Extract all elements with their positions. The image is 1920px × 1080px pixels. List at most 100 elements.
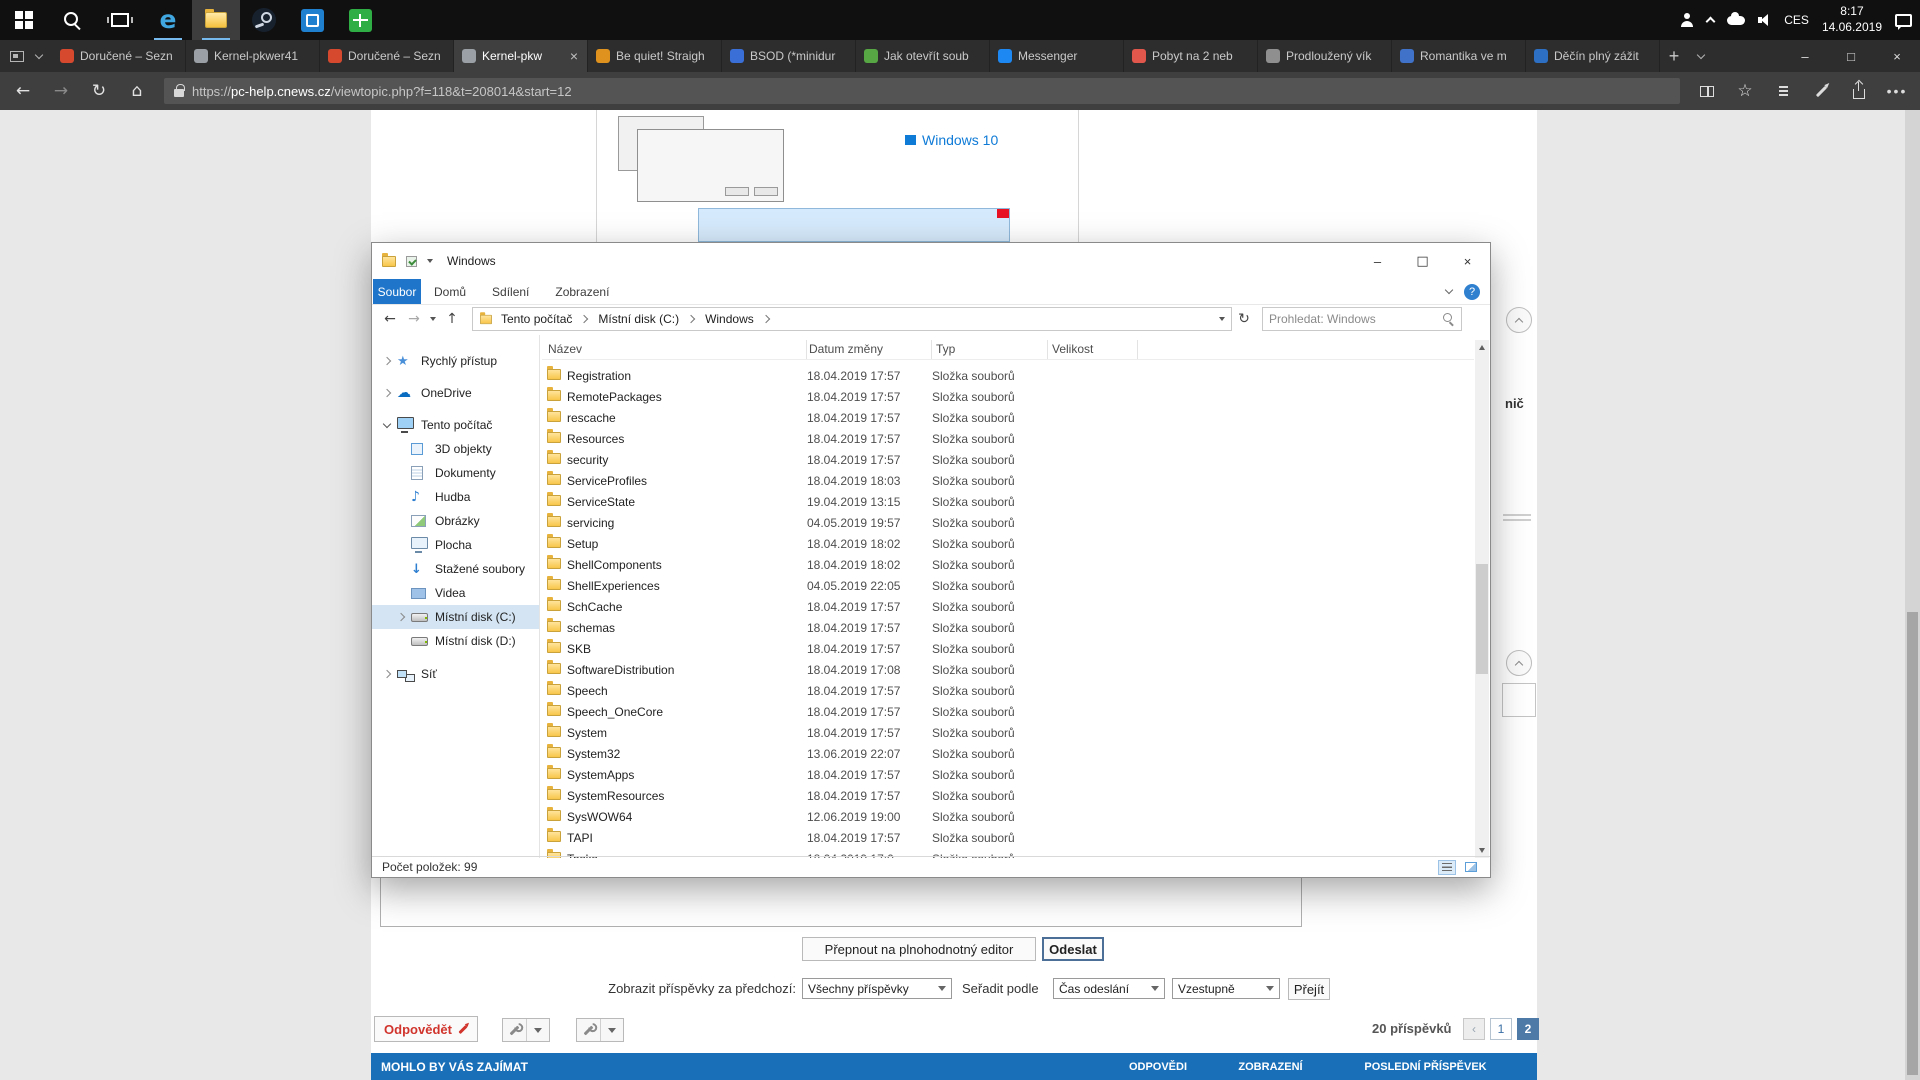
file-row[interactable]: SoftwareDistribution 18.04.2019 17:08 Sl… [542, 659, 1474, 680]
taskbar-app-button[interactable] [96, 0, 144, 40]
explorer-maximize-button[interactable]: □ [1400, 243, 1445, 279]
page-button[interactable]: 1 [1490, 1018, 1512, 1040]
sidebar-item[interactable]: Rychlý přístup [372, 349, 539, 373]
volume-icon[interactable] [1758, 0, 1771, 40]
browser-close-button[interactable]: × [1874, 40, 1920, 72]
display-posts-select[interactable]: Všechny příspěvky [802, 978, 952, 999]
browser-tab[interactable]: Romantika ve m × [1392, 40, 1526, 72]
hub-icon[interactable] [1764, 74, 1802, 108]
file-row[interactable]: SchCache 18.04.2019 17:57 Složka souborů [542, 596, 1474, 617]
breadcrumb-segment[interactable]: Tento počítač [499, 312, 596, 326]
sort-order-select[interactable]: Vzestupně [1172, 978, 1280, 999]
sidebar-item[interactable]: Stažené soubory [372, 557, 539, 581]
help-icon[interactable]: ? [1464, 284, 1480, 300]
taskbar-app-button[interactable] [336, 0, 384, 40]
share-icon[interactable] [1840, 74, 1878, 108]
expand-chevron-icon[interactable] [384, 358, 397, 364]
scroll-to-top-button[interactable] [1506, 307, 1532, 333]
file-menu-button[interactable]: Soubor [373, 279, 421, 304]
browser-tab[interactable]: Be quiet! Straigh × [588, 40, 722, 72]
details-view-icon[interactable] [1438, 860, 1456, 875]
expand-chevron-icon[interactable] [398, 614, 411, 620]
browser-scrollbar[interactable] [1905, 110, 1920, 1080]
sidebar-item[interactable]: Plocha [372, 533, 539, 557]
file-row[interactable]: rescache 18.04.2019 17:57 Složka souborů [542, 407, 1474, 428]
tab-preview-toggle-icon[interactable] [35, 50, 43, 58]
sidebar-item[interactable]: Videa [372, 581, 539, 605]
file-row[interactable]: ShellComponents 18.04.2019 18:02 Složka … [542, 554, 1474, 575]
sidebar-item[interactable]: Místní disk (D:) [372, 629, 539, 653]
sidebar-item[interactable]: OneDrive [372, 381, 539, 405]
back-button[interactable]: ← [4, 74, 42, 108]
onedrive-tray-icon[interactable] [1727, 0, 1745, 40]
file-row[interactable]: System32 13.06.2019 22:07 Složka souborů [542, 743, 1474, 764]
chevron-down-icon[interactable] [527, 1019, 549, 1041]
ribbon-expand-chevron-icon[interactable] [1445, 286, 1453, 294]
explorer-title-bar[interactable]: Windows – □ × [372, 243, 1490, 279]
file-row[interactable]: SysWOW64 12.06.2019 19:00 Složka souborů [542, 806, 1474, 827]
sidebar-item[interactable]: Obrázky [372, 509, 539, 533]
refresh-button[interactable]: ↻ [80, 74, 118, 108]
column-header[interactable]: Název [542, 340, 807, 359]
reading-view-icon[interactable] [1688, 74, 1726, 108]
file-row[interactable]: Speech 18.04.2019 17:57 Složka souborů [542, 680, 1474, 701]
scrollbar-thumb[interactable] [1476, 564, 1488, 674]
taskbar-app-button[interactable] [144, 0, 192, 40]
tab-close-icon[interactable]: × [569, 49, 579, 63]
explorer-scrollbar[interactable] [1475, 340, 1489, 858]
recent-locations-chevron-icon[interactable] [426, 307, 440, 331]
breadcrumb-segment[interactable]: Windows [703, 312, 778, 326]
ribbon-tab[interactable]: Zobrazení [542, 279, 622, 304]
expand-chevron-icon[interactable] [384, 421, 397, 430]
chevron-down-icon[interactable] [601, 1019, 623, 1041]
sidebar-item[interactable]: Hudba [372, 485, 539, 509]
file-row[interactable]: Setup 18.04.2019 18:02 Složka souborů [542, 533, 1474, 554]
clock[interactable]: 8:17 14.06.2019 [1822, 4, 1882, 35]
browser-tab[interactable]: Děčín plný zážit × [1526, 40, 1660, 72]
file-row[interactable]: Registration 18.04.2019 17:57 Složka sou… [542, 365, 1474, 386]
file-row[interactable]: System 18.04.2019 17:57 Složka souborů [542, 722, 1474, 743]
browser-tab[interactable]: Doručené – Sezn × [320, 40, 454, 72]
quick-access-toolbar-icon[interactable] [406, 256, 417, 267]
address-bar[interactable]: https://pc-help.cnews.cz/viewtopic.php?f… [164, 78, 1680, 104]
ribbon-tab[interactable]: Sdílení [479, 279, 542, 304]
browser-tab[interactable]: Doručené – Sezn × [52, 40, 186, 72]
browser-tab[interactable]: Messenger × [990, 40, 1124, 72]
taskbar-app-button[interactable] [240, 0, 288, 40]
home-button[interactable]: ⌂ [118, 74, 156, 108]
column-header[interactable]: Typ [932, 340, 1048, 359]
file-row[interactable]: servicing 04.05.2019 19:57 Složka soubor… [542, 512, 1474, 533]
file-row[interactable]: ServiceProfiles 18.04.2019 18:03 Složka … [542, 470, 1474, 491]
browser-tab[interactable]: Prodloužený vík × [1258, 40, 1392, 72]
expand-chevron-icon[interactable] [384, 671, 397, 677]
browser-tab[interactable]: Jak otevřít soub × [856, 40, 990, 72]
topic-tools-button[interactable] [576, 1018, 624, 1042]
full-editor-button[interactable]: Přepnout na plnohodnotný editor [802, 937, 1036, 961]
browser-minimize-button[interactable]: – [1782, 40, 1828, 72]
scroll-to-top-button[interactable] [1506, 650, 1532, 676]
browser-scrollbar-thumb[interactable] [1907, 612, 1918, 1075]
browser-maximize-button[interactable]: □ [1828, 40, 1874, 72]
explorer-back-button[interactable]: ← [378, 307, 402, 331]
tray-chevron-up-icon[interactable] [1707, 0, 1714, 40]
explorer-refresh-icon[interactable]: ↻ [1232, 311, 1256, 327]
explorer-forward-button[interactable]: → [402, 307, 426, 331]
forward-button[interactable]: → [42, 74, 80, 108]
thumbnails-view-icon[interactable] [1462, 860, 1480, 875]
column-header[interactable]: Datum změny [807, 340, 932, 359]
sort-field-select[interactable]: Čas odeslání [1053, 978, 1165, 999]
browser-tab[interactable]: Kernel-pkw × [454, 40, 588, 72]
browser-tab[interactable]: Pobyt na 2 neb × [1124, 40, 1258, 72]
browser-tab[interactable]: BSOD (*minidur × [722, 40, 856, 72]
explorer-close-button[interactable]: × [1445, 243, 1490, 279]
sidebar-item[interactable]: 3D objekty [372, 437, 539, 461]
file-row[interactable]: Speech_OneCore 18.04.2019 17:57 Složka s… [542, 701, 1474, 722]
topic-tools-button[interactable] [502, 1018, 550, 1042]
action-center-icon[interactable] [1895, 0, 1912, 40]
taskbar-app-button[interactable] [288, 0, 336, 40]
file-row[interactable]: ShellExperiences 04.05.2019 22:05 Složka… [542, 575, 1474, 596]
sidebar-item[interactable]: Dokumenty [372, 461, 539, 485]
scroll-up-icon[interactable] [1475, 340, 1489, 355]
file-row[interactable]: TAPI 18.04.2019 17:57 Složka souborů [542, 827, 1474, 848]
file-row[interactable]: security 18.04.2019 17:57 Složka souborů [542, 449, 1474, 470]
